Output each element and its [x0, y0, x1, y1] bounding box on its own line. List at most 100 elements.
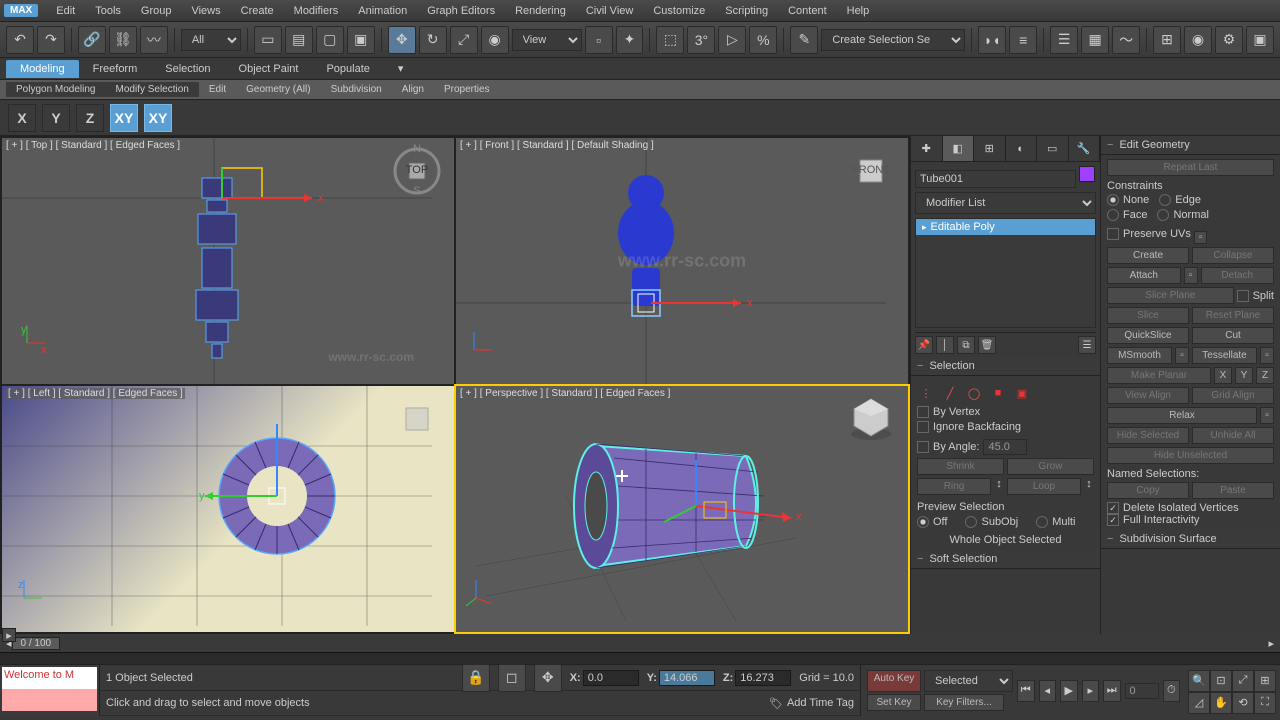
axis-x[interactable]: X [8, 104, 36, 132]
shrink-button[interactable]: Shrink [917, 458, 1004, 475]
viewcube-icon[interactable] [392, 394, 442, 444]
menu-animation[interactable]: Animation [348, 2, 417, 20]
grow-button[interactable]: Grow [1007, 458, 1094, 475]
link-button[interactable]: 🔗 [78, 26, 106, 54]
preview-subobj-radio[interactable]: SubObj [965, 516, 1018, 528]
modify-tab-icon[interactable]: ◧ [943, 136, 975, 161]
snap-toggle[interactable]: ⬚ [656, 26, 684, 54]
object-name-input[interactable] [915, 170, 1076, 188]
modifier-stack[interactable]: Editable Poly [915, 218, 1096, 328]
by-vertex-check[interactable]: By Vertex [917, 406, 980, 418]
viewport-label[interactable]: [ + ] [ Perspective ] [ Standard ] [ Edg… [460, 388, 670, 399]
paste-sel-button[interactable]: Paste [1192, 482, 1274, 499]
coord-mode-icon[interactable]: ✥ [534, 664, 562, 692]
makeplanar-button[interactable]: Make Planar [1107, 367, 1211, 384]
msmooth-button[interactable]: MSmooth [1107, 347, 1172, 364]
preserve-uv-settings[interactable]: ▫ [1194, 231, 1208, 244]
remove-mod-icon[interactable]: 🗑 [978, 336, 996, 354]
panel-edit[interactable]: Edit [199, 82, 236, 97]
slider-right-icon[interactable]: ▸ [1268, 637, 1274, 650]
preview-off-radio[interactable]: Off [917, 516, 947, 528]
edge-sel-icon[interactable]: ╱ [941, 384, 959, 402]
time-slider[interactable]: ◂ 0 / 100 ▸ [0, 634, 1280, 652]
hidesel-button[interactable]: Hide Selected [1107, 427, 1189, 444]
sliceplane-button[interactable]: Slice Plane [1107, 287, 1234, 304]
pan-icon[interactable]: ✋ [1210, 692, 1232, 714]
ring-button[interactable]: Ring [917, 478, 991, 495]
ribbon-min-icon[interactable]: ▾ [384, 59, 418, 78]
rollout-softselection[interactable]: Soft Selection [911, 550, 1100, 569]
collapse-button[interactable]: Collapse [1192, 247, 1274, 264]
configure-sets-icon[interactable]: ☰ [1078, 336, 1096, 354]
tessellate-settings-icon[interactable]: ▫ [1260, 347, 1274, 364]
manipulate-button[interactable]: ✦ [616, 26, 644, 54]
make-unique-icon[interactable]: ⧉ [957, 336, 975, 354]
selection-filter[interactable]: All [181, 29, 241, 51]
maxscript-listener[interactable]: Welcome to M [0, 665, 100, 716]
redo-button[interactable]: ↷ [37, 26, 65, 54]
create-button[interactable]: Create [1107, 247, 1189, 264]
cut-button[interactable]: Cut [1192, 327, 1274, 344]
attach-button[interactable]: Attach [1107, 267, 1181, 284]
panel-subdivision[interactable]: Subdivision [321, 82, 392, 97]
viewport-top[interactable]: [ + ] [ Top ] [ Standard ] [ Edged Faces… [2, 138, 454, 384]
viewalign-button[interactable]: View Align [1107, 387, 1189, 404]
hideunsel-button[interactable]: Hide Unselected [1107, 447, 1274, 464]
motion-tab-icon[interactable]: ◐ [1006, 136, 1038, 161]
material-editor[interactable]: ◉ [1184, 26, 1212, 54]
menu-views[interactable]: Views [181, 2, 230, 20]
quickslice-button[interactable]: QuickSlice [1107, 327, 1189, 344]
modifier-list-select[interactable]: Modifier List [915, 192, 1096, 214]
coord-z-input[interactable] [735, 670, 791, 686]
time-config-icon[interactable]: ⏱ [1163, 680, 1181, 702]
constraint-face[interactable]: Face [1107, 209, 1147, 221]
next-frame-icon[interactable]: ▸ [1082, 680, 1100, 702]
menu-modifiers[interactable]: Modifiers [284, 2, 349, 20]
play-icon[interactable]: ▶ [1060, 680, 1078, 702]
viewport-label[interactable]: [ + ] [ Front ] [ Standard ] [ Default S… [460, 140, 654, 151]
menu-help[interactable]: Help [837, 2, 880, 20]
menu-civilview[interactable]: Civil View [576, 2, 643, 20]
viewport-label[interactable]: [ + ] [ Left ] [ Standard ] [ Edged Face… [6, 388, 185, 399]
loop-button[interactable]: Loop [1007, 478, 1081, 495]
detach-button[interactable]: Detach [1201, 267, 1275, 284]
orbit-icon[interactable]: ⟲ [1232, 692, 1254, 714]
menu-customize[interactable]: Customize [643, 2, 715, 20]
hierarchy-tab-icon[interactable]: ⊞ [974, 136, 1006, 161]
render-setup[interactable]: ⚙ [1215, 26, 1243, 54]
pivot-button[interactable]: ▫ [585, 26, 613, 54]
refcoord-select[interactable]: View [512, 29, 582, 51]
rollout-subdiv[interactable]: Subdivision Surface [1101, 530, 1280, 549]
rollout-selection[interactable]: Selection [911, 357, 1100, 376]
angle-spinner[interactable] [983, 439, 1027, 455]
tab-modeling[interactable]: Modeling [6, 60, 79, 78]
zoom-all-icon[interactable]: ⊡ [1210, 670, 1232, 692]
menu-create[interactable]: Create [231, 2, 284, 20]
axis-z[interactable]: Z [76, 104, 104, 132]
relax-settings-icon[interactable]: ▫ [1260, 407, 1274, 424]
viewport-label[interactable]: [ + ] [ Top ] [ Standard ] [ Edged Faces… [6, 140, 180, 151]
coord-y-input[interactable] [659, 670, 715, 686]
move-button[interactable]: ✥ [388, 26, 416, 54]
by-angle-check[interactable]: By Angle: [917, 441, 979, 453]
ignore-backfacing-check[interactable]: Ignore Backfacing [917, 421, 1021, 433]
axis-xy-lock[interactable]: XY [144, 104, 172, 132]
split-check[interactable]: Split [1237, 287, 1274, 304]
attach-list-icon[interactable]: ▫ [1184, 267, 1198, 284]
undo-button[interactable]: ↶ [6, 26, 34, 54]
menu-scripting[interactable]: Scripting [715, 2, 778, 20]
viewport-left[interactable]: [ + ] [ Left ] [ Standard ] [ Edged Face… [2, 386, 454, 632]
panel-properties[interactable]: Properties [434, 82, 500, 97]
delete-iso-check[interactable]: Delete Isolated Vertices [1107, 502, 1239, 514]
copy-sel-button[interactable]: Copy [1107, 482, 1189, 499]
element-sel-icon[interactable]: ▣ [1013, 384, 1031, 402]
time-thumb[interactable]: 0 / 100 [12, 637, 61, 650]
preview-multi-radio[interactable]: Multi [1036, 516, 1075, 528]
panel-geometry[interactable]: Geometry (All) [236, 82, 320, 97]
isolate-icon[interactable]: ◻ [498, 664, 526, 692]
utilities-tab-icon[interactable]: 🔧 [1069, 136, 1101, 161]
keyfilters-button[interactable]: Key Filters... [924, 694, 1004, 711]
tessellate-button[interactable]: Tessellate [1192, 347, 1257, 364]
menu-tools[interactable]: Tools [85, 2, 131, 20]
stack-item-editablepoly[interactable]: Editable Poly [916, 219, 1095, 235]
